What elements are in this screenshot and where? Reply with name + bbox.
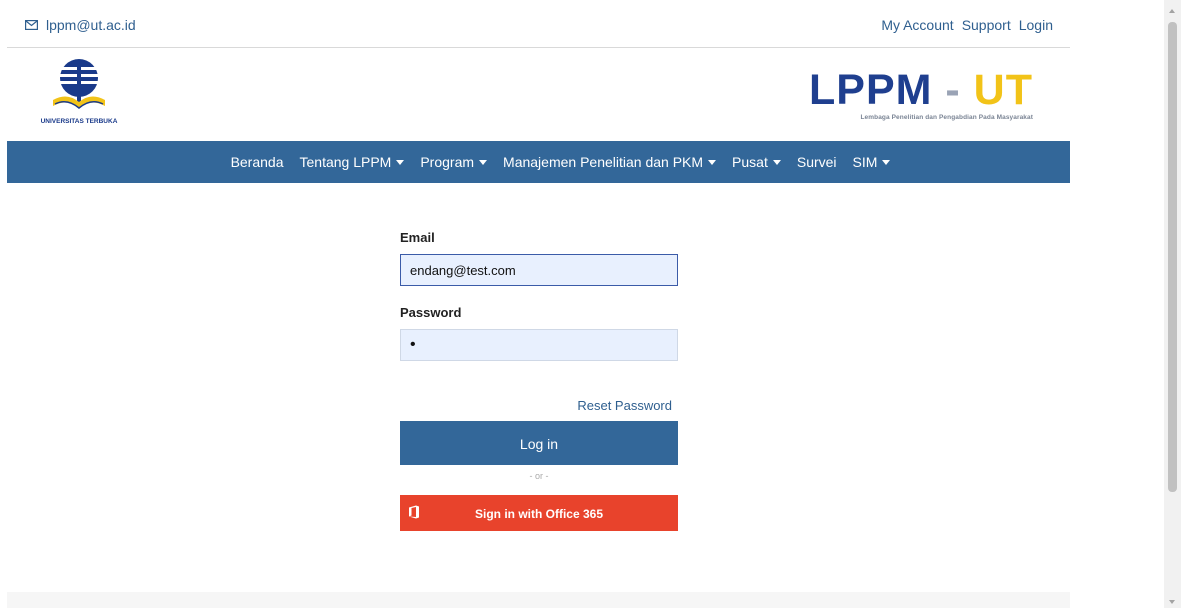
support-link[interactable]: Support: [962, 17, 1011, 33]
nav-label: Tentang LPPM: [299, 154, 392, 170]
nav-item-survei[interactable]: Survei: [789, 154, 845, 170]
password-field[interactable]: [400, 329, 678, 361]
password-label: Password: [400, 305, 462, 320]
caret-down-icon: [772, 159, 781, 165]
email-field[interactable]: [400, 254, 678, 286]
nav-label: Manajemen Penelitian dan PKM: [503, 154, 704, 170]
caret-down-icon: [708, 159, 717, 165]
nav-label: Beranda: [230, 154, 284, 170]
scroll-up-arrow-icon[interactable]: [1169, 9, 1175, 13]
universitas-terbuka-logo[interactable]: UNIVERSITAS TERBUKA: [29, 58, 129, 130]
nav-item-tentang-lppm[interactable]: Tentang LPPM: [292, 154, 413, 170]
nav-label: Program: [420, 154, 475, 170]
scrollbar-thumb[interactable]: [1168, 22, 1177, 492]
login-button[interactable]: Log in: [400, 421, 678, 465]
top-bar: lppm@ut.ac.id My Account Support Login: [7, 0, 1070, 48]
caret-down-icon: [396, 159, 405, 165]
or-divider: - or -: [529, 471, 549, 481]
nav-label: Pusat: [732, 154, 768, 170]
lppm-ut-logo[interactable]: LPPM - UT Lembaga Penelitian dan Pengabd…: [793, 68, 1033, 128]
nav-item-pusat[interactable]: Pusat: [724, 154, 789, 170]
brand-lppm: LPPM: [809, 66, 933, 114]
reset-password-link[interactable]: Reset Password: [400, 398, 678, 413]
envelope-icon: [25, 20, 38, 30]
login-link[interactable]: Login: [1019, 17, 1053, 33]
nav-item-sim[interactable]: SIM: [845, 154, 899, 170]
footer-strip: [7, 592, 1070, 608]
account-links: My Account Support Login: [881, 17, 1053, 33]
nav-item-manajemen[interactable]: Manajemen Penelitian dan PKM: [495, 154, 724, 170]
contact-email-text: lppm@ut.ac.id: [46, 17, 136, 33]
brand-tagline: Lembaga Penelitian dan Pengabdian Pada M…: [860, 114, 1033, 121]
login-form: Email Password Reset Password Log in - o…: [400, 230, 678, 531]
nav-item-program[interactable]: Program: [412, 154, 495, 170]
office365-label: Sign in with Office 365: [474, 507, 604, 521]
brand-ut: UT: [973, 66, 1033, 114]
brand-dash: -: [932, 66, 974, 114]
page-scrollbar[interactable]: [1164, 0, 1181, 608]
page: lppm@ut.ac.id My Account Support Login U…: [7, 0, 1070, 608]
scroll-down-arrow-icon[interactable]: [1169, 600, 1175, 604]
email-label: Email: [400, 230, 435, 245]
caret-down-icon: [882, 159, 891, 165]
lppm-brand-wordmark: LPPM - UT: [793, 68, 1033, 112]
ut-emblem-icon: [53, 59, 105, 109]
site-header: UNIVERSITAS TERBUKA LPPM - UT Lembaga Pe…: [7, 48, 1070, 140]
nav-item-beranda[interactable]: Beranda: [223, 154, 292, 170]
my-account-link[interactable]: My Account: [881, 17, 953, 33]
office-icon: [409, 505, 419, 519]
caret-down-icon: [479, 159, 488, 165]
contact-email-link[interactable]: lppm@ut.ac.id: [25, 17, 136, 33]
main-navigation: Beranda Tentang LPPM Program Manajemen P…: [7, 141, 1070, 183]
office365-signin-button[interactable]: Sign in with Office 365: [400, 495, 678, 531]
nav-label: Survei: [796, 154, 837, 170]
ut-logo-text: UNIVERSITAS TERBUKA: [40, 118, 118, 125]
nav-label: SIM: [852, 154, 878, 170]
